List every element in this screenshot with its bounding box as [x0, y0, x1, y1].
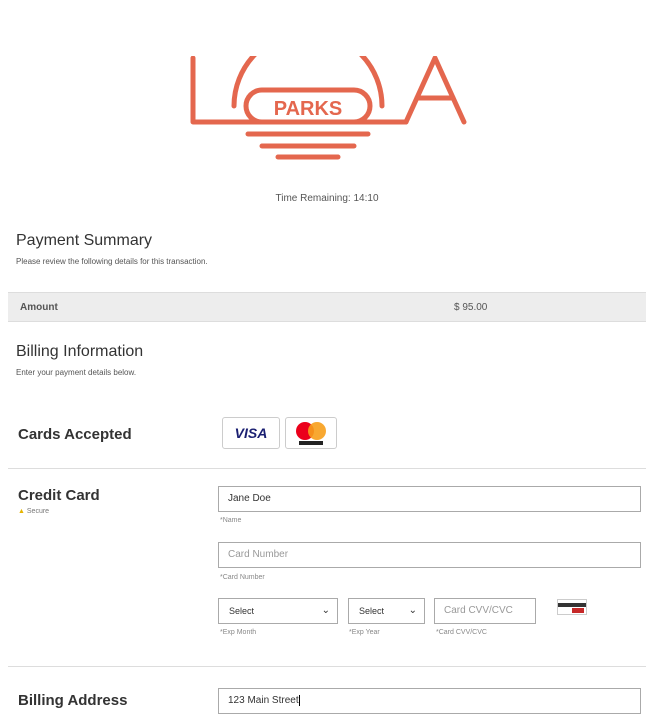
billing-information-title: Billing Information — [16, 343, 144, 360]
lock-icon: ▲ — [18, 508, 25, 515]
cvv-hint: *Card CVV/CVC — [436, 629, 487, 636]
chevron-down-icon: ⌄ — [321, 605, 330, 616]
chevron-down-icon: ⌄ — [408, 605, 417, 616]
section-divider — [8, 666, 646, 667]
amount-value: $ 95.00 — [454, 302, 488, 313]
exp-year-value: Select — [359, 606, 385, 616]
section-divider — [8, 468, 646, 469]
time-remaining-label: Time Remaining: — [275, 193, 351, 204]
mastercard-icon — [285, 417, 337, 449]
visa-text: VISA — [234, 425, 268, 441]
cvv-card-icon — [557, 599, 587, 615]
exp-year-select[interactable]: Select ⌄ — [348, 598, 425, 624]
la-parks-logo: PARKS — [190, 56, 467, 160]
text-cursor — [298, 694, 300, 706]
name-hint: *Name — [220, 517, 242, 524]
payment-summary-title: Payment Summary — [16, 232, 153, 249]
exp-month-hint: *Exp Month — [220, 629, 257, 636]
cardholder-name-input[interactable]: Jane Doe — [218, 486, 641, 512]
billing-address-label: Billing Address — [18, 692, 128, 709]
exp-month-select[interactable]: Select ⌄ — [218, 598, 338, 624]
exp-month-value: Select — [229, 606, 255, 616]
credit-card-label: Credit Card — [18, 487, 100, 504]
amount-row: Amount $ 95.00 — [8, 292, 646, 322]
cards-accepted-label: Cards Accepted — [18, 426, 132, 443]
exp-year-hint: *Exp Year — [349, 629, 380, 636]
billing-address-value: 123 Main Street — [228, 695, 299, 706]
card-number-input[interactable]: Card Number — [218, 542, 641, 568]
time-remaining: Time Remaining: 14:10 — [0, 193, 654, 204]
secure-indicator: ▲ Secure — [18, 508, 49, 515]
secure-text: Secure — [26, 508, 50, 515]
visa-card-icon: VISA — [222, 417, 280, 449]
logo-text: PARKS — [274, 98, 343, 120]
time-remaining-value: 14:10 — [353, 193, 379, 204]
amount-label: Amount — [20, 302, 58, 313]
card-number-hint: *Card Number — [220, 574, 265, 581]
billing-address-input[interactable]: 123 Main Street — [218, 688, 641, 714]
billing-information-subtitle: Enter your payment details below. — [16, 368, 137, 377]
payment-summary-subtitle: Please review the following details for … — [16, 257, 208, 266]
card-cvv-input[interactable]: Card CVV/CVC — [434, 598, 536, 624]
